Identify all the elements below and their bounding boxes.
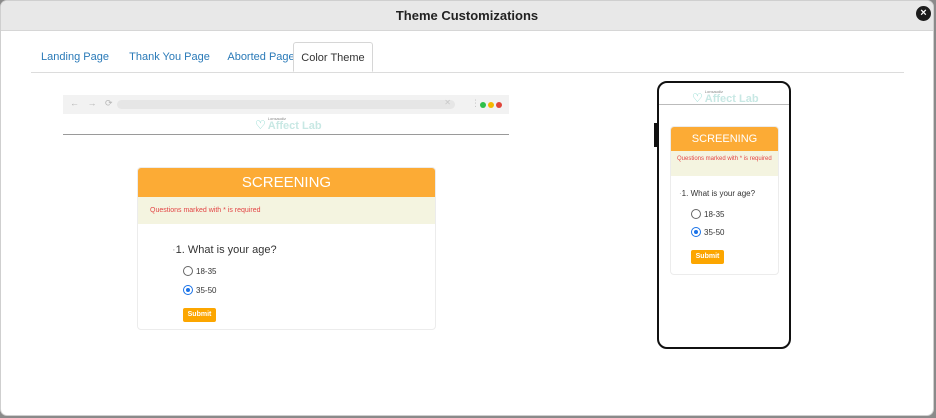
- window-dot-yellow-icon: [488, 102, 494, 108]
- required-note: Questions marked with * is required: [671, 151, 778, 176]
- option-label: 18-35: [196, 266, 217, 276]
- browser-toolbar: ← → ⟳ ✕ ⋮: [63, 95, 509, 114]
- tab-landing-page[interactable]: Landing Page: [31, 42, 119, 72]
- radio-35-50[interactable]: [691, 227, 701, 237]
- option-35-50[interactable]: 35-50: [691, 227, 724, 237]
- browser-menu-icon: ⋮: [471, 98, 480, 108]
- phone-logo-bar: ♡ Lonsaudiz Affect Lab: [659, 88, 789, 105]
- submit-button[interactable]: Submit: [691, 250, 724, 264]
- close-icon[interactable]: ×: [916, 6, 931, 21]
- browser-url-bar: ✕: [117, 98, 455, 109]
- option-18-35[interactable]: 18-35: [183, 266, 216, 276]
- phone-frame: ♡ Lonsaudiz Affect Lab SCREENING Questio…: [657, 81, 791, 349]
- theme-customizations-modal: Theme Customizations × Landing Page Than…: [1, 1, 933, 415]
- heart-logo-icon: ♡: [255, 117, 266, 132]
- heart-logo-icon: ♡: [692, 90, 703, 105]
- question-text: ·1. What is your age?: [679, 189, 756, 198]
- window-dot-red-icon: [496, 102, 502, 108]
- tab-color-theme[interactable]: Color Theme: [293, 42, 373, 72]
- survey-title: SCREENING: [138, 168, 435, 197]
- phone-survey-card: SCREENING Questions marked with * is req…: [670, 126, 779, 275]
- tab-bar: Landing Page Thank You Page Aborted Page…: [31, 42, 904, 73]
- submit-button[interactable]: Submit: [183, 308, 216, 322]
- option-18-35[interactable]: 18-35: [691, 209, 724, 219]
- option-label: 35-50: [704, 227, 725, 237]
- logo-product: Affect Lab: [267, 120, 322, 132]
- tab-thank-you-page[interactable]: Thank You Page: [119, 42, 220, 72]
- option-35-50[interactable]: 35-50: [183, 285, 216, 295]
- desktop-logo-bar: ♡ Lonsaudiz Affect Lab: [63, 114, 509, 135]
- radio-18-35[interactable]: [183, 266, 193, 276]
- radio-18-35[interactable]: [691, 209, 701, 219]
- tab-aborted-page[interactable]: Aborted Page: [220, 42, 302, 72]
- window-dot-green-icon: [480, 102, 486, 108]
- radio-35-50[interactable]: [183, 285, 193, 295]
- url-clear-icon: ✕: [444, 98, 451, 107]
- option-label: 18-35: [704, 209, 725, 219]
- desktop-survey-card: SCREENING Questions marked with * is req…: [137, 167, 436, 330]
- affect-lab-logo: ♡ Lonsaudiz Affect Lab: [255, 117, 322, 132]
- affect-lab-logo: ♡ Lonsaudiz Affect Lab: [692, 90, 759, 105]
- logo-product: Affect Lab: [704, 93, 759, 105]
- option-label: 35-50: [196, 285, 217, 295]
- survey-title: SCREENING: [671, 127, 778, 151]
- required-note: Questions marked with * is required: [138, 197, 435, 224]
- modal-title: Theme Customizations: [395, 8, 539, 23]
- question-text: ·1. What is your age?: [172, 244, 277, 256]
- modal-header: Theme Customizations ×: [1, 1, 933, 31]
- browser-nav-icons: ← → ⟳: [70, 98, 116, 108]
